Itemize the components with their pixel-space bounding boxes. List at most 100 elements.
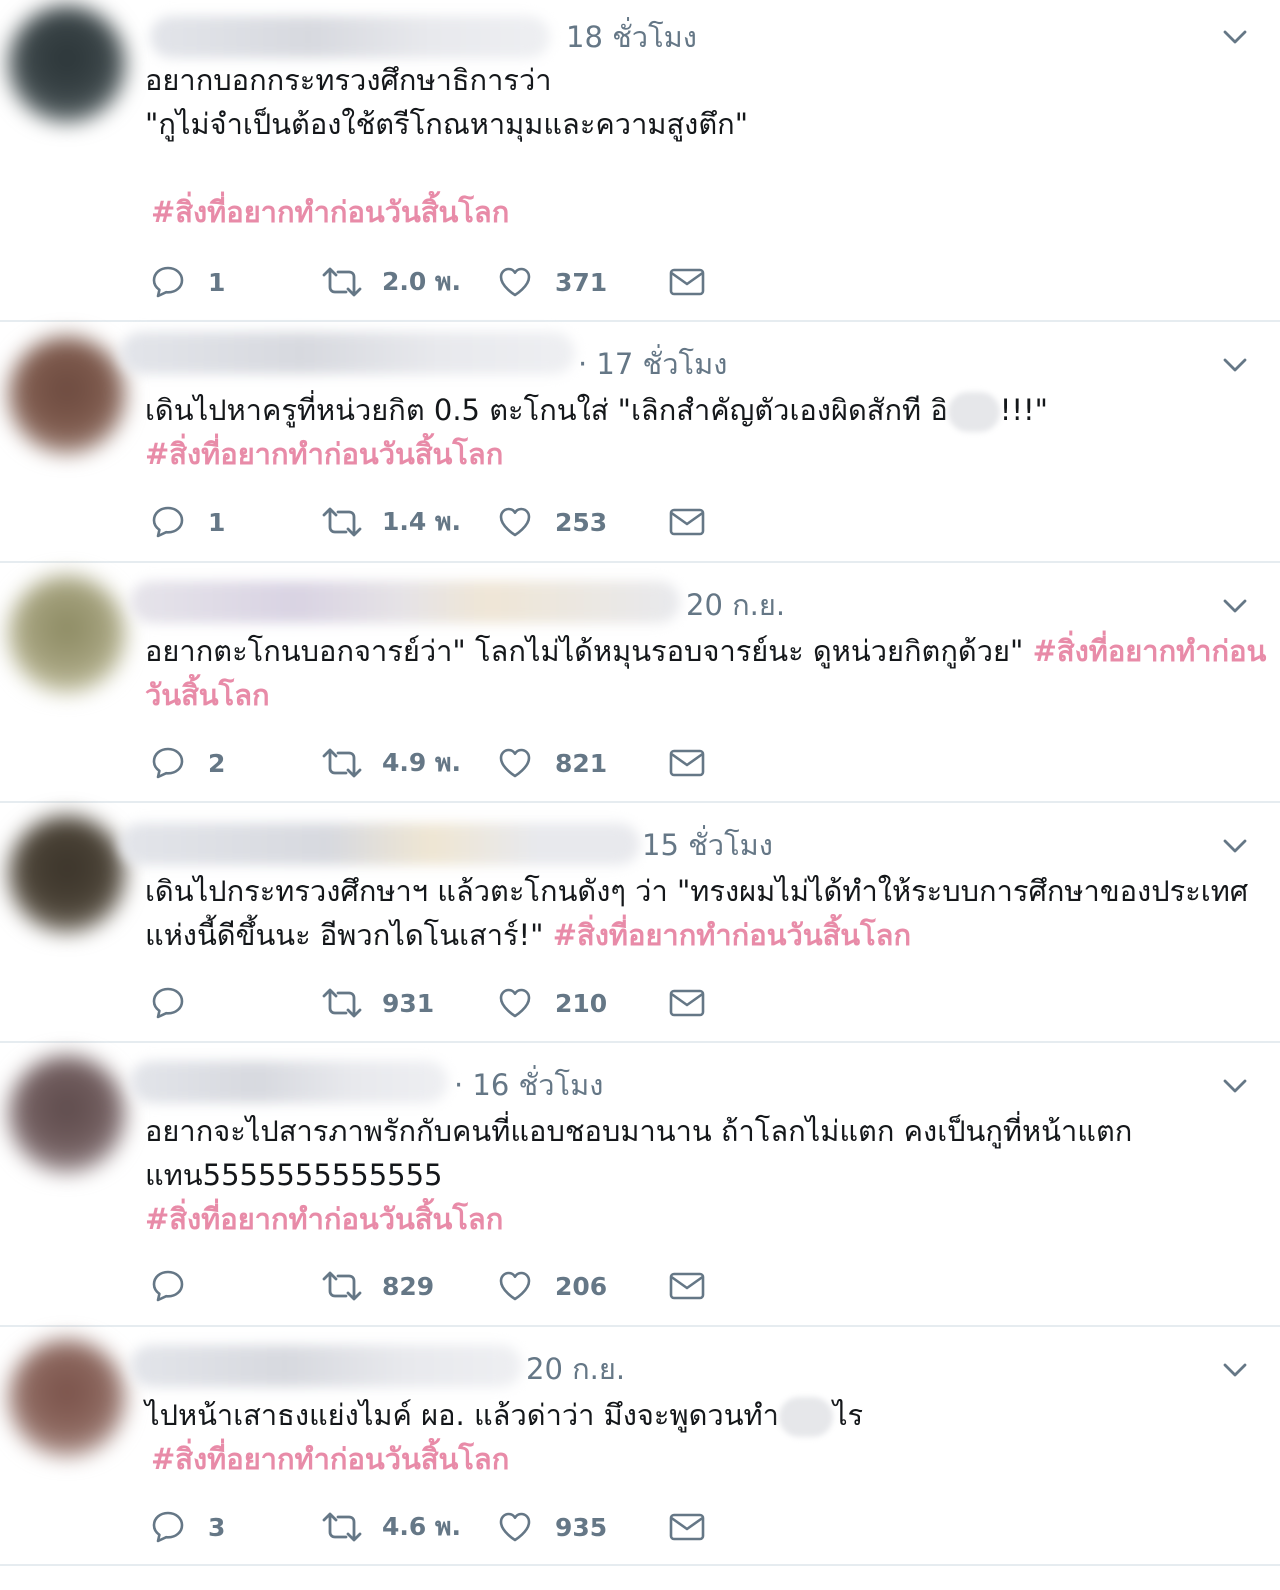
retweet-button[interactable]: 931 — [320, 983, 434, 1023]
dm-button[interactable] — [668, 983, 706, 1023]
author-name-redacted[interactable] — [150, 16, 550, 58]
retweet-arrows-icon — [320, 264, 364, 300]
hashtag-link[interactable]: #สิ่งที่อยากทำก่อนวันสิ้นโลก — [145, 432, 1260, 476]
reply-button[interactable] — [150, 1266, 208, 1306]
tweet-text-line: แทน5555555555555 — [145, 1158, 443, 1192]
dm-button[interactable] — [668, 502, 706, 542]
chevron-down-icon[interactable] — [1220, 591, 1250, 621]
tweet-text: อยากจะไปสารภาพรักกับคนที่แอบชอบมานาน ถ้า… — [145, 1109, 1260, 1241]
tweet-timestamp[interactable]: 20 ก.ย. — [686, 585, 785, 625]
retweet-count: 2.0 พ. — [382, 267, 461, 296]
tweet-text: ไปหน้าเสาธงแย่งไมค์ ผอ. แล้วด่าว่า มึงจะ… — [145, 1393, 1260, 1481]
tweet-text: อยากบอกกระทรวงศึกษาธิการว่า "กูไม่จำเป็น… — [145, 58, 1260, 234]
dm-button[interactable] — [668, 743, 706, 783]
like-count: 206 — [555, 1271, 608, 1301]
retweet-count: 4.6 พ. — [382, 1512, 461, 1541]
tweet-actions: 1 1.4 พ. 253 — [150, 502, 750, 542]
chevron-down-icon[interactable] — [1220, 831, 1250, 861]
heart-icon — [497, 985, 533, 1021]
author-name-redacted[interactable] — [130, 1345, 522, 1387]
like-button[interactable]: 821 — [497, 743, 607, 783]
reply-button[interactable]: 3 — [150, 1507, 225, 1547]
heart-icon — [497, 1509, 533, 1545]
tweet[interactable]: · 17 ชั่วโมง เดินไปหาครูที่หน่วยกิต 0.5 … — [0, 322, 1280, 563]
retweet-count: 1.4 พ. — [382, 507, 461, 536]
heart-icon — [497, 264, 533, 300]
dm-button[interactable] — [668, 1507, 706, 1547]
heart-icon — [497, 745, 533, 781]
tweet-timestamp[interactable]: 15 ชั่วโมง — [642, 825, 773, 865]
speech-bubble-icon — [150, 1268, 186, 1304]
tweet-timestamp[interactable]: 18 ชั่วโมง — [566, 17, 697, 57]
avatar[interactable] — [8, 1055, 126, 1173]
reply-button[interactable] — [150, 983, 208, 1023]
like-count: 253 — [555, 507, 608, 537]
like-button[interactable]: 371 — [497, 262, 607, 302]
retweet-button[interactable]: 4.9 พ. — [320, 743, 461, 783]
like-button[interactable]: 935 — [497, 1507, 607, 1547]
author-name-redacted[interactable] — [120, 332, 575, 374]
tweet-timestamp[interactable]: · 16 ชั่วโมง — [454, 1065, 603, 1105]
reply-count: 3 — [208, 1512, 226, 1542]
dm-button[interactable] — [668, 1266, 706, 1306]
chevron-down-icon[interactable] — [1220, 22, 1250, 52]
dm-button[interactable] — [668, 262, 706, 302]
tweet-text-line: อยากตะโกนบอกจารย์ว่า" โลกไม่ได้หมุนรอบจา… — [145, 634, 1033, 668]
avatar[interactable] — [8, 1339, 126, 1457]
heart-icon — [497, 1268, 533, 1304]
retweet-count: 931 — [382, 988, 435, 1018]
hashtag-link[interactable]: #สิ่งที่อยากทำก่อนวันสิ้นโลก — [145, 1437, 1260, 1481]
envelope-icon — [668, 745, 706, 781]
retweet-button[interactable]: 1.4 พ. — [320, 502, 461, 542]
tweet-timestamp[interactable]: 20 ก.ย. — [526, 1349, 625, 1389]
retweet-button[interactable]: 4.6 พ. — [320, 1507, 461, 1547]
chevron-down-icon[interactable] — [1220, 1071, 1250, 1101]
chevron-down-icon[interactable] — [1220, 350, 1250, 380]
hashtag-link[interactable]: วันสิ้นโลก — [145, 673, 1260, 717]
hashtag-link[interactable]: #สิ่งที่อยากทำก่อนวันสิ้นโลก — [145, 190, 1260, 234]
like-button[interactable]: 210 — [497, 983, 607, 1023]
hashtag-link[interactable]: #สิ่งที่อยากทำก่อนวันสิ้นโลก — [553, 918, 911, 952]
retweet-button[interactable]: 2.0 พ. — [320, 262, 461, 302]
tweet[interactable]: · 16 ชั่วโมง อยากจะไปสารภาพรักกับคนที่แอ… — [0, 1043, 1280, 1327]
like-count: 371 — [555, 267, 608, 297]
tweet-text-line: แห่งนี้ดีขึ้นนะ อีพวกไดโนเสาร์!" — [145, 918, 553, 952]
tweet[interactable]: 15 ชั่วโมง เดินไปกระทรวงศึกษาฯ แล้วตะโกน… — [0, 803, 1280, 1043]
redacted-word — [947, 392, 1000, 432]
retweet-arrows-icon — [320, 504, 364, 540]
hashtag-link[interactable]: #สิ่งที่อยากทำก่อนวันสิ้นโลก — [145, 1197, 1260, 1241]
author-name-redacted[interactable] — [130, 581, 680, 623]
envelope-icon — [668, 1509, 706, 1545]
tweet[interactable]: 18 ชั่วโมง อยากบอกกระทรวงศึกษาธิการว่า "… — [0, 0, 1280, 322]
reply-button[interactable]: 1 — [150, 502, 225, 542]
hashtag-link[interactable]: #สิ่งที่อยากทำก่อน — [1033, 634, 1267, 668]
avatar[interactable] — [8, 815, 126, 933]
avatar[interactable] — [8, 5, 126, 123]
chevron-down-icon[interactable] — [1220, 1355, 1250, 1385]
retweet-arrows-icon — [320, 1509, 364, 1545]
tweet-text-line: อยากบอกกระทรวงศึกษาธิการว่า — [145, 63, 552, 97]
tweet-text-line: !!!" — [999, 393, 1049, 427]
reply-button[interactable]: 1 — [150, 262, 225, 302]
tweet-text-line: อยากจะไปสารภาพรักกับคนที่แอบชอบมานาน ถ้า… — [145, 1114, 1133, 1148]
retweet-button[interactable]: 829 — [320, 1266, 434, 1306]
tweet-actions: 1 2.0 พ. 371 — [150, 262, 750, 302]
reply-count: 2 — [208, 748, 226, 778]
avatar[interactable] — [8, 575, 126, 693]
reply-button[interactable]: 2 — [150, 743, 225, 783]
tweet-text: เดินไปกระทรวงศึกษาฯ แล้วตะโกนดังๆ ว่า "ท… — [145, 869, 1260, 957]
author-name-redacted[interactable] — [120, 823, 640, 865]
tweet-timestamp[interactable]: · 17 ชั่วโมง — [578, 344, 727, 384]
like-button[interactable]: 206 — [497, 1266, 607, 1306]
redacted-word — [778, 1397, 833, 1437]
tweet[interactable]: 20 ก.ย. อยากตะโกนบอกจารย์ว่า" โลกไม่ได้ห… — [0, 563, 1280, 803]
retweet-arrows-icon — [320, 985, 364, 1021]
tweet-actions: 931 210 — [150, 983, 750, 1023]
avatar[interactable] — [8, 336, 126, 454]
author-name-redacted[interactable] — [130, 1061, 448, 1103]
tweet-actions: 829 206 — [150, 1266, 750, 1306]
tweet[interactable]: 20 ก.ย. ไปหน้าเสาธงแย่งไมค์ ผอ. แล้วด่าว… — [0, 1327, 1280, 1566]
speech-bubble-icon — [150, 745, 186, 781]
like-button[interactable]: 253 — [497, 502, 607, 542]
reply-count: 1 — [208, 507, 226, 537]
